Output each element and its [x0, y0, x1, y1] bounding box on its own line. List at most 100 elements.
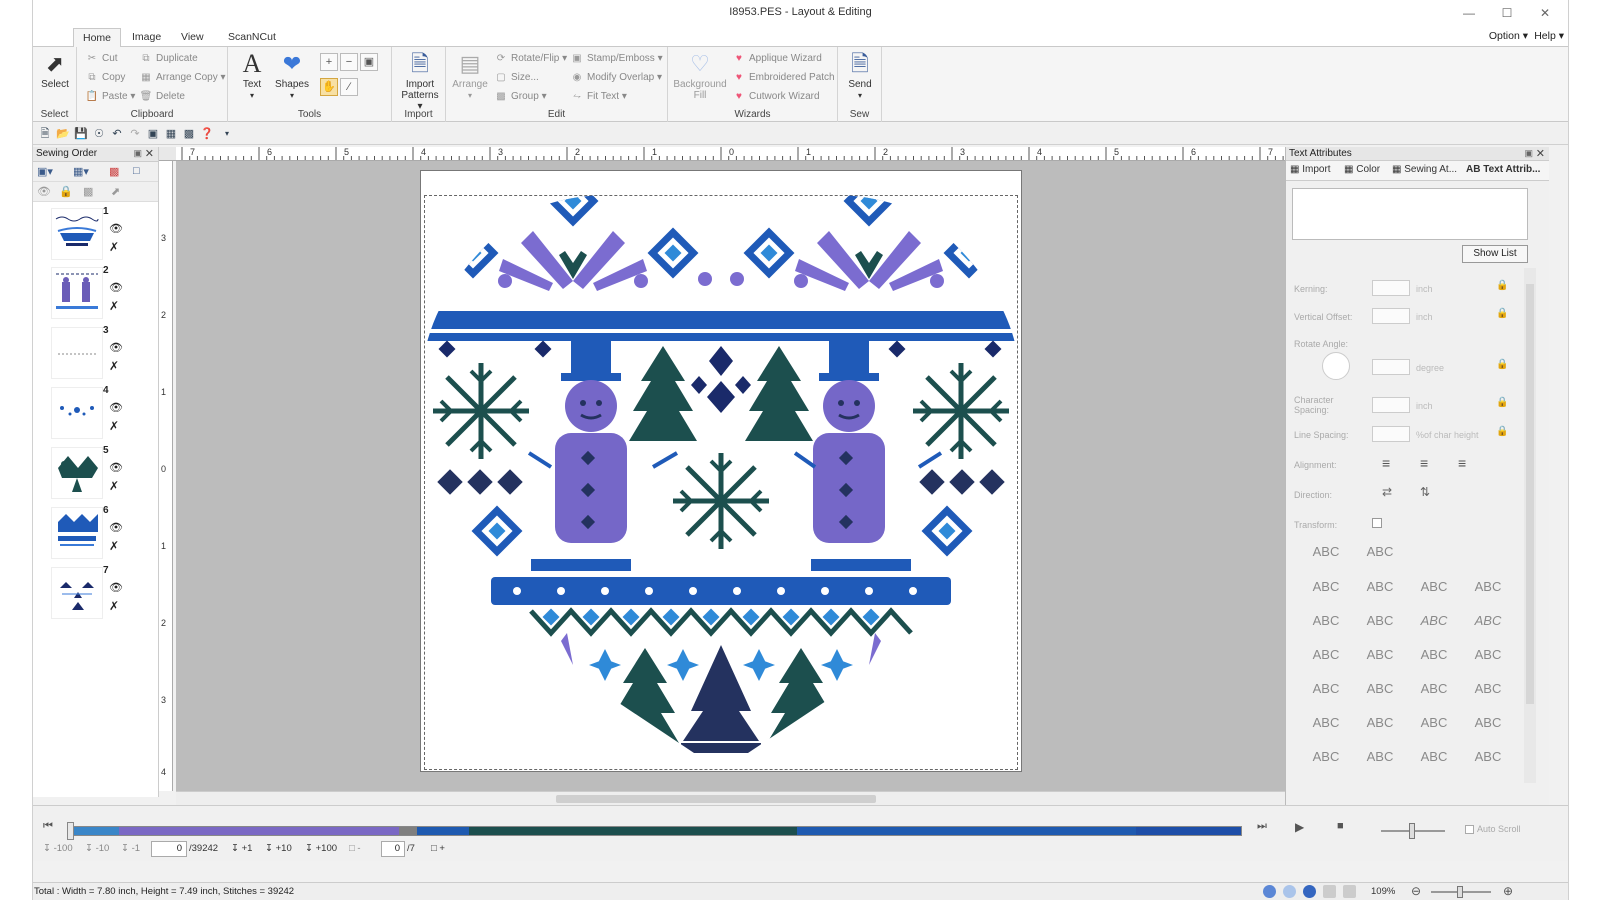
split-icon[interactable]: ✗ [109, 299, 119, 313]
tab-sewing-attributes[interactable]: ▦ Sewing At... [1392, 164, 1457, 175]
stitch-position-input[interactable]: 0 [151, 841, 187, 857]
color-segment[interactable] [416, 827, 470, 835]
step-back-1-button[interactable]: ↧ -1 [121, 843, 140, 854]
transform-style[interactable]: ABC [1414, 711, 1454, 735]
list-item[interactable]: 7 👁 ✗ [47, 565, 157, 623]
arrange-copy-button[interactable]: ▦ Arrange Copy ▾ [139, 69, 225, 86]
eye-icon[interactable]: 👁 [109, 581, 123, 594]
background-fill-button[interactable]: ♡ Background Fill [670, 49, 730, 105]
select-button[interactable]: ⬈ Select [35, 49, 75, 105]
speed-slider-handle[interactable] [1409, 823, 1415, 839]
zoom-out-icon[interactable]: ⊖ [1411, 884, 1421, 898]
line-spacing-lock-icon[interactable]: 🔒 [1496, 426, 1508, 437]
embroidered-patch-button[interactable]: ♥ Embroidered Patch [732, 69, 835, 86]
zoom-slider-handle[interactable] [1457, 886, 1463, 898]
zoom-in-icon[interactable]: ⊕ [1503, 884, 1513, 898]
tab-import[interactable]: ▦ Import [1290, 164, 1331, 175]
list-item[interactable]: 4 👁 ✗ [47, 385, 157, 443]
kerning-lock-icon[interactable]: 🔒 [1496, 280, 1508, 291]
split-icon[interactable]: ✗ [109, 599, 119, 613]
text-button[interactable]: A Text ▾ [232, 49, 272, 105]
show-list-button[interactable]: Show List [1462, 245, 1528, 263]
scroll-thumb[interactable] [556, 795, 876, 803]
color-position-input[interactable]: 0 [381, 841, 405, 857]
transform-style[interactable]: ABC [1414, 609, 1454, 633]
grid-view-icon[interactable] [1323, 885, 1336, 898]
stop-icon[interactable]: ■ [1337, 820, 1344, 832]
split-icon[interactable]: ✗ [109, 539, 119, 553]
vertical-offset-input[interactable] [1372, 308, 1410, 324]
transform-checkbox[interactable] [1372, 518, 1382, 528]
split-icon[interactable]: ✗ [109, 359, 119, 373]
transform-style[interactable]: ABC [1468, 745, 1508, 769]
transform-style[interactable]: ABC [1414, 575, 1454, 599]
customize-qat-icon[interactable]: ▾ [219, 126, 235, 142]
help-menu[interactable]: Help ▾ [1534, 30, 1564, 42]
color-segment[interactable] [469, 827, 797, 835]
transform-style[interactable]: ABC [1360, 540, 1400, 564]
align-center-icon[interactable]: ≡ [1420, 455, 1428, 471]
transform-style[interactable]: ABC [1468, 677, 1508, 701]
zoom-fit-icon[interactable]: ▣ [360, 53, 378, 71]
cut-button[interactable]: ✂ Cut [85, 50, 118, 67]
color-segment[interactable] [1135, 827, 1241, 835]
transform-style[interactable]: ABC [1468, 575, 1508, 599]
step-forward-100-button[interactable]: ↧ +100 [305, 843, 337, 854]
tab-home[interactable]: Home [73, 28, 122, 47]
stitch-view-icon[interactable] [1303, 885, 1316, 898]
transform-style[interactable]: ABC [1360, 745, 1400, 769]
transform-style[interactable]: ABC [1468, 643, 1508, 667]
split-icon[interactable]: ✗ [109, 479, 119, 493]
transform-style[interactable]: ABC [1306, 677, 1346, 701]
lock-icon[interactable]: 🔒 [59, 185, 73, 198]
eye-icon[interactable]: 👁 [109, 281, 123, 294]
import-patterns-button[interactable]: 🗎 Import Patterns ▾ [398, 49, 442, 112]
transform-style[interactable]: ABC [1414, 643, 1454, 667]
properties-icon[interactable]: ▦ [163, 126, 179, 142]
group-button[interactable]: ▩ Group ▾ [494, 88, 546, 105]
tab-scanncut[interactable]: ScanNCut [219, 28, 285, 47]
modify-overlap-button[interactable]: ◉ Modify Overlap ▾ [570, 69, 662, 86]
attributes-scrollbar[interactable] [1524, 268, 1536, 783]
transform-style[interactable]: ABC [1306, 745, 1346, 769]
hoop-view-icon[interactable] [1343, 885, 1356, 898]
sort-view-icon[interactable]: ▣▾ [37, 165, 53, 178]
applique-wizard-button[interactable]: ♥ Applique Wizard [732, 50, 822, 67]
rotate-lock-icon[interactable]: 🔒 [1496, 359, 1508, 370]
pointer-icon[interactable]: ⬈ [111, 185, 120, 198]
transform-style[interactable]: ABC [1306, 643, 1346, 667]
color-segment[interactable] [72, 827, 119, 835]
tab-view[interactable]: View [172, 28, 213, 47]
realistic-view-icon[interactable] [1283, 885, 1296, 898]
send-button[interactable]: 🗎 Send ▾ [840, 49, 880, 105]
step-forward-10-button[interactable]: ↧ +10 [265, 843, 292, 854]
transform-style[interactable]: ABC [1468, 711, 1508, 735]
color-sequence-bar[interactable] [71, 826, 1242, 836]
layout-icon[interactable]: ▩ [181, 126, 197, 142]
transform-style[interactable]: ABC [1414, 745, 1454, 769]
pan-hand-icon[interactable]: ✋ [320, 78, 338, 96]
eye-icon[interactable]: 👁 [109, 461, 123, 474]
split-icon[interactable]: ✗ [109, 419, 119, 433]
prev-color-icon[interactable]: □ - [349, 843, 361, 854]
kerning-input[interactable] [1372, 280, 1410, 296]
line-spacing-input[interactable] [1372, 426, 1410, 442]
eye-icon[interactable]: 👁 [109, 222, 123, 235]
align-right-icon[interactable]: ≡ [1458, 455, 1466, 471]
horizontal-direction-icon[interactable]: ⇄ [1382, 485, 1392, 499]
select-all-icon[interactable]: ▩ [83, 185, 93, 198]
measure-icon[interactable]: ∕ [340, 78, 358, 96]
delete-button[interactable]: 🗑 Delete [139, 88, 185, 105]
canvas-horizontal-scrollbar[interactable] [176, 791, 1292, 805]
design-canvas[interactable] [176, 161, 1292, 791]
preview-icon[interactable]: ☉ [91, 126, 107, 142]
option-menu[interactable]: Option ▾ [1489, 30, 1528, 42]
embroidery-design[interactable] [421, 171, 1021, 771]
tab-text-attributes[interactable]: AB Text Attrib... [1466, 164, 1540, 175]
eye-icon[interactable]: 👁 [109, 341, 123, 354]
scroll-thumb[interactable] [1526, 284, 1534, 704]
rotate-dial[interactable] [1322, 352, 1350, 380]
zoom-in-icon[interactable]: + [320, 53, 338, 71]
paste-button[interactable]: 📋 Paste ▾ [85, 88, 136, 105]
size-button[interactable]: ▢ Size... [494, 69, 539, 86]
